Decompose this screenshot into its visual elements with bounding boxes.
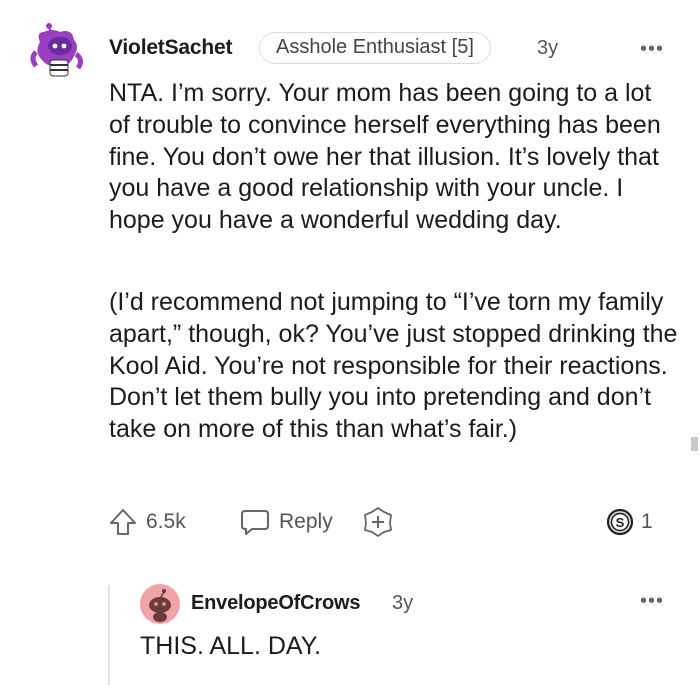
snoo-avatar-icon (140, 584, 180, 624)
scroll-indicator[interactable] (691, 437, 698, 451)
silver-award-icon: S (606, 508, 634, 536)
svg-text:S: S (616, 515, 625, 530)
upvote-arrow-icon (110, 509, 136, 535)
user-avatar[interactable] (30, 22, 86, 78)
user-flair: Asshole Enthusiast [5] (259, 32, 491, 64)
upvote-count: 6.5k (146, 510, 186, 533)
reply-user-avatar[interactable] (140, 584, 180, 624)
thread-line[interactable] (108, 585, 110, 685)
reply-username[interactable]: EnvelopeOfCrows (191, 592, 360, 615)
reply-label: Reply (279, 510, 333, 533)
silver-award: S 1 (605, 504, 653, 540)
add-award-icon (364, 507, 392, 537)
reply-more-options-icon[interactable]: ••• (640, 590, 664, 613)
reply-age: 3y (392, 592, 414, 614)
award-count: 1 (641, 510, 653, 533)
comment-age: 3y (537, 37, 559, 59)
comment-paragraph-2: (I’d recommend not jumping to “I’ve torn… (109, 288, 678, 444)
upvote-button[interactable]: 6.5k (108, 504, 186, 540)
reply-button[interactable]: Reply (240, 504, 333, 540)
comment-paragraph-1: NTA. I’m sorry. Your mom has been going … (109, 79, 661, 235)
reply-bubble-icon (241, 510, 269, 535)
more-options-icon[interactable]: ••• (640, 38, 664, 61)
snoo-avatar-icon (30, 23, 84, 77)
comment-username[interactable]: VioletSachet (109, 36, 232, 60)
reply-text: THIS. ALL. DAY. (140, 632, 322, 660)
award-button[interactable] (362, 504, 394, 540)
